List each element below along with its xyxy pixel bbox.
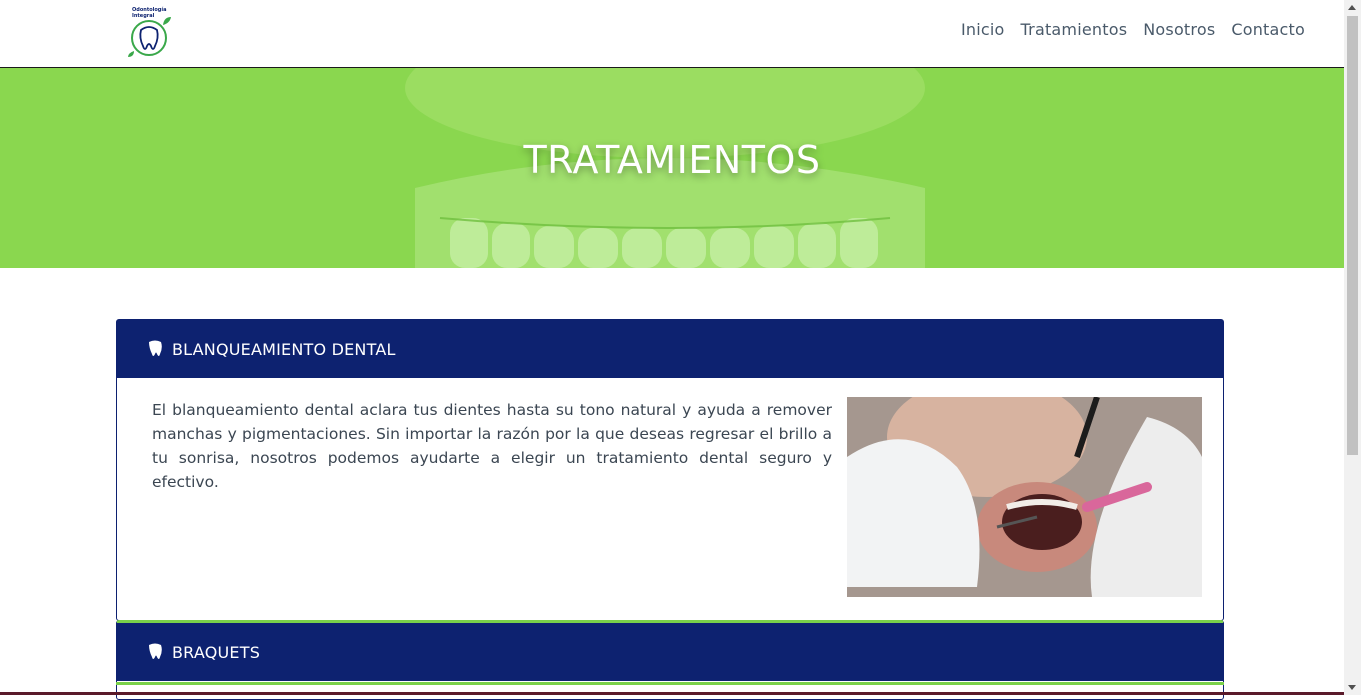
card-title: BRAQUETS [172, 642, 261, 662]
card-divider [116, 682, 1224, 685]
card-header[interactable]: BRAQUETS [117, 623, 1223, 681]
card-body: El blanqueamiento dental aclara tus dien… [117, 378, 1223, 620]
card-title: BLANQUEAMIENTO DENTAL [172, 339, 396, 359]
clinic-logo[interactable]: Odontología Integral [126, 5, 174, 59]
dental-procedure-photo [847, 397, 1202, 597]
hero-banner: TRATAMIENTOS [0, 68, 1344, 268]
card-header[interactable]: BLANQUEAMIENTO DENTAL [117, 320, 1223, 378]
scrollbar-thumb[interactable] [1347, 16, 1358, 455]
page-title: TRATAMIENTOS [523, 138, 821, 182]
main-nav: Inicio Tratamientos Nosotros Contacto [961, 20, 1305, 39]
nav-item-nosotros[interactable]: Nosotros [1143, 20, 1215, 39]
header: Odontología Integral Inicio Tratamientos… [0, 0, 1344, 68]
svg-text:Odontología: Odontología [132, 6, 166, 13]
treatment-description: El blanqueamiento dental aclara tus dien… [152, 401, 832, 491]
treatment-card-braquets: BRAQUETS [116, 620, 1224, 700]
svg-text:Integral: Integral [132, 13, 155, 19]
treatment-card-blanqueamiento: BLANQUEAMIENTO DENTAL El blanqueamiento … [116, 319, 1224, 621]
nav-item-inicio[interactable]: Inicio [961, 20, 1005, 39]
nav-item-contacto[interactable]: Contacto [1231, 20, 1305, 39]
scroll-down-arrow-icon[interactable] [1348, 685, 1356, 690]
tooth-icon [147, 340, 163, 358]
vertical-scrollbar[interactable] [1344, 0, 1361, 695]
nav-item-tratamientos[interactable]: Tratamientos [1021, 20, 1128, 39]
scroll-up-arrow-icon[interactable] [1348, 5, 1356, 10]
tooth-icon [147, 643, 163, 661]
